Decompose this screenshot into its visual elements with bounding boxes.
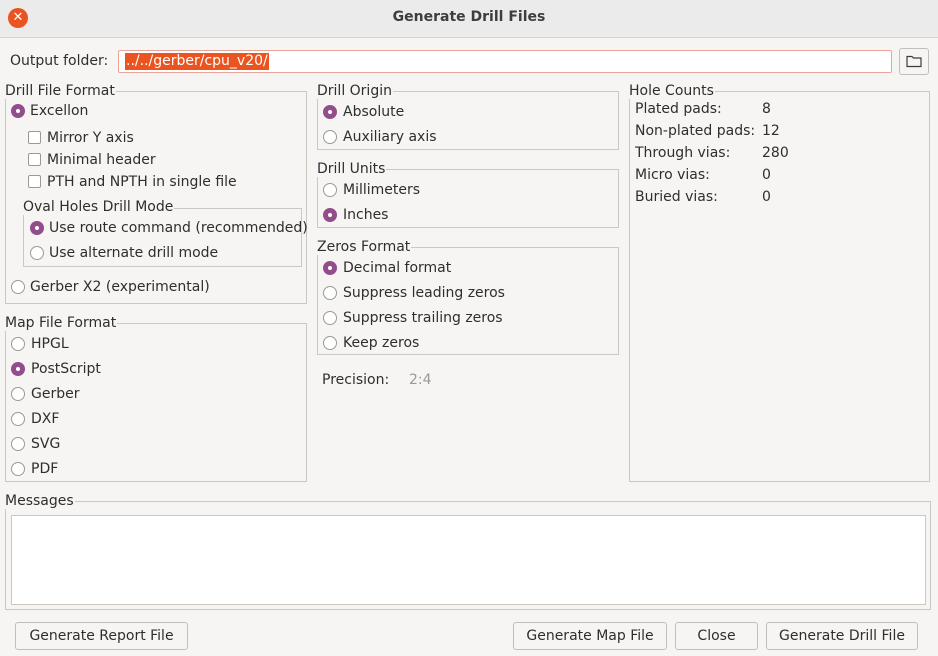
pth-npth-label: PTH and NPTH in single file [47,174,237,190]
auxiliary-axis-label: Auxiliary axis [343,129,437,145]
map-gerber-label: Gerber [31,386,80,402]
suppress-leading-label: Suppress leading zeros [343,285,505,301]
micro-vias-label: Micro vias: [635,167,710,183]
non-plated-pads-label: Non-plated pads: [635,123,756,139]
suppress-trailing-radio[interactable] [323,311,337,325]
generate-drill-button[interactable]: Generate Drill File [766,622,918,650]
oval-holes-title: Oval Holes Drill Mode [23,199,175,215]
micro-vias-value: 0 [762,167,771,183]
map-hpgl-label: HPGL [31,336,69,352]
route-command-label: Use route command (recommended) [49,220,308,236]
decimal-format-radio[interactable] [323,261,337,275]
route-command-radio[interactable] [30,221,44,235]
messages-textarea[interactable] [11,515,926,605]
window-title: Generate Drill Files [392,9,546,25]
auxiliary-axis-radio[interactable] [323,130,337,144]
map-dxf-radio[interactable] [11,412,25,426]
map-postscript-radio[interactable] [11,362,25,376]
suppress-trailing-label: Suppress trailing zeros [343,310,503,326]
precision-value: 2:4 [409,372,432,388]
inches-radio[interactable] [323,208,337,222]
minimal-header-label: Minimal header [47,152,156,168]
millimeters-radio[interactable] [323,183,337,197]
output-folder-input[interactable]: ../../gerber/cpu_v20/ [118,50,892,73]
excellon-label: Excellon [30,103,89,119]
plated-pads-label: Plated pads: [635,101,722,117]
map-pdf-radio[interactable] [11,462,25,476]
excellon-radio[interactable] [11,104,25,118]
mirror-y-label: Mirror Y axis [47,130,134,146]
through-vias-label: Through vias: [635,145,731,161]
close-button[interactable]: Close [675,622,758,650]
map-gerber-radio[interactable] [11,387,25,401]
pth-npth-checkbox[interactable] [28,175,41,188]
mirror-y-checkbox[interactable] [28,131,41,144]
precision-label: Precision: [322,372,390,388]
messages-title: Messages [5,493,75,509]
absolute-label: Absolute [343,104,405,120]
output-folder-value: ../../gerber/cpu_v20/ [125,53,269,70]
map-pdf-label: PDF [31,461,59,477]
generate-report-button[interactable]: Generate Report File [15,622,188,650]
decimal-format-label: Decimal format [343,260,452,276]
generate-map-button[interactable]: Generate Map File [513,622,667,650]
absolute-radio[interactable] [323,105,337,119]
map-file-format-title: Map File Format [5,315,118,331]
drill-file-format-title: Drill File Format [5,83,116,99]
hole-counts-title: Hole Counts [629,83,715,99]
map-dxf-label: DXF [31,411,60,427]
keep-zeros-radio[interactable] [323,336,337,350]
browse-folder-button[interactable] [899,48,929,75]
non-plated-pads-value: 12 [762,123,780,139]
map-svg-radio[interactable] [11,437,25,451]
alternate-drill-label: Use alternate drill mode [49,245,219,261]
plated-pads-value: 8 [762,101,771,117]
map-hpgl-radio[interactable] [11,337,25,351]
map-svg-label: SVG [31,436,61,452]
gerber-x2-label: Gerber X2 (experimental) [30,279,210,295]
drill-origin-title: Drill Origin [317,83,393,99]
folder-icon [906,55,922,68]
millimeters-label: Millimeters [343,182,421,198]
map-postscript-label: PostScript [31,361,101,377]
title-bar: ✕ Generate Drill Files [0,0,938,38]
drill-file-format-group [5,91,307,304]
through-vias-value: 280 [762,145,789,161]
gerber-x2-radio[interactable] [11,280,25,294]
buried-vias-value: 0 [762,189,771,205]
buried-vias-label: Buried vias: [635,189,718,205]
suppress-leading-radio[interactable] [323,286,337,300]
zeros-format-title: Zeros Format [317,239,412,255]
minimal-header-checkbox[interactable] [28,153,41,166]
output-folder-label: Output folder: [10,53,109,69]
alternate-drill-radio[interactable] [30,246,44,260]
drill-units-title: Drill Units [317,161,387,177]
inches-label: Inches [343,207,389,223]
keep-zeros-label: Keep zeros [343,335,420,351]
